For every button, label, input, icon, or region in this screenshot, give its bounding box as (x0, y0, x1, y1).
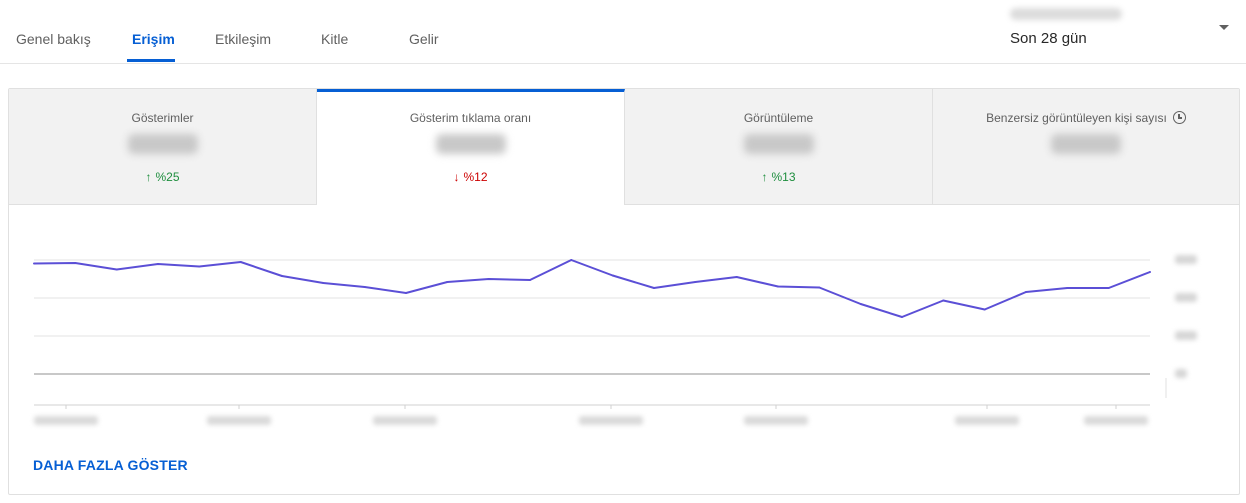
x-tick-label-redacted (1084, 416, 1148, 425)
chart-y-axis-labels (1165, 255, 1197, 398)
data-point (115, 268, 118, 271)
y-tick-label-redacted (1175, 331, 1197, 340)
data-point (611, 274, 614, 277)
data-point (446, 281, 449, 283)
chart-gridlines (34, 259, 1150, 406)
data-point (239, 261, 242, 263)
data-point (1149, 271, 1151, 273)
data-point (777, 285, 779, 288)
data-point (983, 308, 986, 311)
data-point (1107, 287, 1110, 289)
data-point (653, 287, 655, 289)
data-point (322, 282, 325, 284)
x-tick-label-redacted (955, 416, 1019, 425)
data-point (33, 262, 35, 265)
y-tick-label-redacted (1175, 255, 1197, 264)
data-point (694, 281, 697, 283)
data-point (735, 276, 738, 278)
chart-x-axis-labels (34, 405, 1148, 425)
data-point (74, 262, 77, 264)
x-tick-label-redacted (207, 416, 271, 425)
data-point (859, 303, 862, 305)
series-line (33, 259, 1151, 318)
data-point (157, 263, 159, 265)
data-point (198, 265, 201, 268)
y-tick-label-redacted (1175, 369, 1187, 378)
data-point (529, 279, 531, 281)
show-more-button[interactable]: DAHA FAZLA GÖSTER (33, 457, 188, 473)
data-point (363, 286, 366, 288)
reach-line-chart (33, 255, 1197, 425)
x-tick-label-redacted (744, 416, 808, 425)
data-point (487, 278, 490, 280)
data-point (818, 286, 821, 289)
data-point (281, 275, 283, 277)
data-point (901, 316, 903, 318)
data-point (942, 299, 945, 302)
x-tick-label-redacted (579, 416, 643, 425)
data-point (1066, 287, 1069, 289)
data-point (405, 292, 407, 294)
data-point (1025, 291, 1027, 293)
data-point (570, 259, 573, 261)
x-tick-label-redacted (34, 416, 98, 425)
chart-series (33, 259, 1151, 318)
y-tick-label-redacted (1175, 293, 1197, 302)
x-tick-label-redacted (373, 416, 437, 425)
